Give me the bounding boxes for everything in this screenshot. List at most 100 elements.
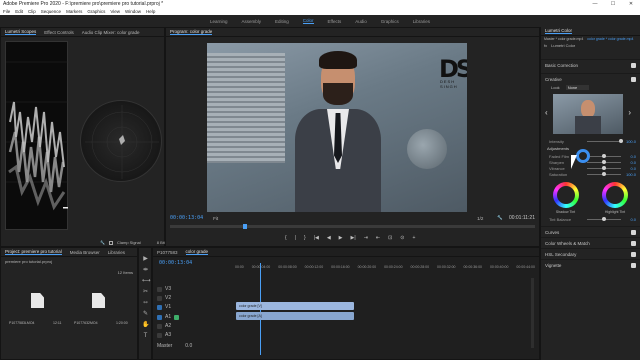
export-frame-button[interactable]: ⊙	[400, 235, 404, 241]
tint-balance-slider[interactable]: Tint Balance 0.0	[541, 216, 640, 222]
slip-tool[interactable]: ⇿	[142, 300, 149, 307]
slider-knob[interactable]	[602, 217, 606, 221]
menu-help[interactable]: Help	[146, 9, 155, 14]
menu-sequence[interactable]: Sequence	[41, 9, 61, 14]
slider-value[interactable]: 0.0	[630, 217, 636, 222]
timeline-ruler[interactable]: 00:00 00:00:04:00 00:00:08:00 00:00:12:0…	[235, 265, 535, 269]
section-basic-correction[interactable]: Basic Correction	[541, 59, 640, 70]
menu-markers[interactable]: Markers	[66, 9, 82, 14]
file-icon[interactable]	[92, 293, 105, 308]
timeline-timecode[interactable]: 00:00:13:04	[159, 260, 192, 266]
slider-knob[interactable]	[602, 154, 606, 158]
chevron-right-icon[interactable]: ›	[628, 108, 631, 117]
fx-toggle[interactable]: fx	[544, 43, 547, 48]
selection-tool[interactable]: ▶	[142, 256, 149, 263]
pen-tool[interactable]: ✎	[142, 311, 149, 318]
shadow-tint-wheel[interactable]	[552, 182, 579, 208]
slider-value[interactable]: 0.0	[630, 154, 636, 159]
section-checkbox[interactable]	[631, 251, 636, 257]
adjustments-header[interactable]: Adjustments	[541, 144, 640, 153]
program-scrubber[interactable]	[170, 224, 535, 229]
marker-button[interactable]: |	[295, 235, 296, 241]
menu-window[interactable]: Window	[125, 9, 141, 14]
section-vignette[interactable]: Vignette	[541, 259, 640, 270]
slider-knob[interactable]	[619, 139, 623, 143]
audio-clip[interactable]: color grade [A]	[236, 312, 354, 320]
tab-media-browser[interactable]: Media Browser	[70, 250, 100, 255]
slider-value[interactable]: 100.0	[626, 172, 636, 177]
tab-project[interactable]: Project: premiere pro tutorial	[5, 249, 62, 255]
workspace-assembly[interactable]: Assembly	[241, 19, 261, 24]
tab-sequence-color-grade[interactable]: color grade	[185, 249, 209, 255]
close-button[interactable]: ✕	[622, 1, 640, 7]
slider-knob[interactable]	[602, 172, 606, 176]
mark-out-button[interactable]: }	[304, 235, 306, 241]
menu-edit[interactable]: Edit	[15, 9, 23, 14]
workspace-color[interactable]: Color	[302, 18, 314, 24]
slider-knob[interactable]	[602, 166, 606, 170]
tab-libraries[interactable]: Libraries	[108, 250, 125, 255]
adjustment-slider[interactable]: Saturation 100.0	[541, 171, 640, 177]
overwrite-button[interactable]: ⇤	[376, 235, 380, 241]
menu-file[interactable]: File	[3, 9, 10, 14]
workspace-graphics[interactable]: Graphics	[381, 19, 399, 24]
program-playhead[interactable]	[243, 224, 247, 229]
workspace-effects[interactable]: Effects	[328, 19, 342, 24]
program-title[interactable]: Program: color grade	[170, 29, 213, 35]
tab-lumetri-scopes[interactable]: Lumetri Scopes	[5, 29, 37, 35]
track-select-tool[interactable]: ⇹	[142, 267, 149, 274]
go-to-in-button[interactable]: |◀	[314, 235, 319, 241]
step-forward-button[interactable]: ▶|	[351, 235, 356, 241]
minimize-button[interactable]: —	[586, 1, 604, 7]
lift-button[interactable]: ⊡	[388, 235, 392, 241]
item-name[interactable]: P1077583LMO4	[9, 321, 35, 325]
intensity-slider[interactable]: Intensity 100.0	[541, 138, 640, 144]
section-checkbox[interactable]	[631, 62, 636, 68]
section-checkbox[interactable]	[631, 240, 636, 246]
ripple-edit-tool[interactable]: ⟷	[142, 278, 151, 285]
master-clip[interactable]: Master * color grade.mp4	[544, 37, 583, 41]
video-clip[interactable]: color grade [V]	[236, 302, 354, 310]
type-tool[interactable]: T	[142, 333, 149, 340]
section-hsl-secondary[interactable]: HSL Secondary	[541, 248, 640, 259]
wrench-icon[interactable]: 🔧	[100, 240, 105, 245]
section-curves[interactable]: Curves	[541, 226, 640, 237]
timeline-scrollbar[interactable]	[531, 278, 534, 348]
section-checkbox[interactable]	[631, 262, 636, 268]
bit-depth-select[interactable]: 8 Bit	[157, 240, 165, 245]
fit-select[interactable]: Fit	[213, 216, 218, 221]
master-volume[interactable]: 0.0	[185, 343, 192, 349]
settings-icon[interactable]: 🔧	[497, 215, 503, 221]
clamp-checkbox[interactable]	[108, 240, 113, 245]
mark-in-button[interactable]: {	[285, 235, 287, 241]
look-preview[interactable]: ‹ ›	[545, 94, 631, 134]
insert-button[interactable]: ⇥	[364, 235, 368, 241]
section-color-wheels[interactable]: Color Wheels & Match	[541, 237, 640, 248]
slider-value[interactable]: 0.0	[630, 166, 636, 171]
section-creative[interactable]: Creative	[541, 73, 640, 84]
item-name[interactable]: P1077632MO4	[74, 321, 98, 325]
menu-view[interactable]: View	[110, 9, 120, 14]
tab-sequence-p1077583[interactable]: P1077583	[157, 250, 178, 255]
section-checkbox[interactable]	[631, 76, 636, 82]
menu-graphics[interactable]: Graphics	[87, 9, 105, 14]
maximize-button[interactable]: ☐	[604, 1, 622, 7]
sequence-clip[interactable]: color grade * color grade.mp4	[587, 37, 633, 41]
razor-tool[interactable]: ✂	[142, 289, 149, 296]
hand-tool[interactable]: ✋	[142, 322, 149, 329]
workspace-libraries[interactable]: Libraries	[413, 19, 430, 24]
workspace-editing[interactable]: Editing	[275, 19, 289, 24]
menu-clip[interactable]: Clip	[28, 9, 36, 14]
slider-knob[interactable]	[602, 160, 606, 164]
lumetri-title[interactable]: Lumetri Color	[545, 28, 573, 34]
slider-track[interactable]	[587, 140, 621, 142]
tab-effect-controls[interactable]: Effect Controls	[44, 30, 73, 35]
tab-audio-clip-mixer[interactable]: Audio Clip Mixer: color grade	[82, 30, 140, 35]
look-select[interactable]: None	[565, 85, 590, 90]
workspace-learning[interactable]: Learning	[210, 19, 228, 24]
slider-value[interactable]: 100.0	[626, 139, 636, 144]
slider-value[interactable]: 0.0	[630, 160, 636, 165]
chevron-left-icon[interactable]: ‹	[545, 108, 548, 117]
program-timecode[interactable]: 00:00:13:04	[170, 215, 203, 221]
workspace-audio[interactable]: Audio	[355, 19, 367, 24]
